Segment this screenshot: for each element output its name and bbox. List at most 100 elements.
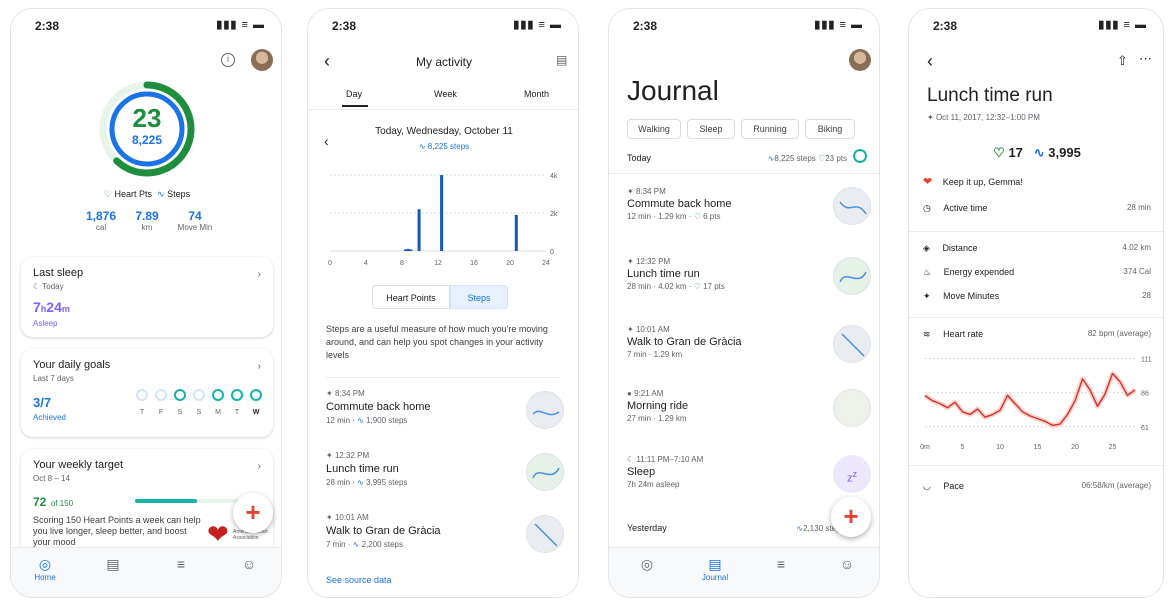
nav-profile[interactable]: ☺ xyxy=(827,556,867,572)
journal-entry[interactable]: ✦ 10:01 AM Walk to Gran de Gràcia 7 min … xyxy=(627,325,871,375)
more-icon[interactable]: ⋯ xyxy=(1139,51,1152,67)
entry-time-text: 9:21 AM xyxy=(634,389,664,398)
filter-chip-walking[interactable]: Walking xyxy=(627,119,681,139)
journal-entry[interactable]: ● 9:21 AM Morning ride 27 min · 1.29 km xyxy=(627,389,871,439)
activity-item[interactable]: ✦ 10:01 AM Walk to Gran de Gràcia 7 min … xyxy=(326,513,566,561)
sleep-status: Asleep xyxy=(33,319,58,328)
journal-entry[interactable]: ✦ 12:32 PM Lunch time run 28 min · 4.02 … xyxy=(627,257,871,307)
row-divider xyxy=(909,465,1163,466)
person-icon: ☺ xyxy=(839,556,855,572)
goal-day-label: F xyxy=(158,409,164,416)
item-time-text: 8:34 PM xyxy=(334,389,365,398)
item-meta-text: 28 min · xyxy=(326,478,358,487)
x-tick-label: 24 xyxy=(542,260,550,267)
signal-icon: ▮▮▮ ≡ ▬ xyxy=(1098,19,1147,31)
detail-screen: 2:38 ▮▮▮ ≡ ▬ ‹ ⇧ ⋯ Lunch time run ✦ Oct … xyxy=(908,8,1164,598)
status-time: 2:38 xyxy=(332,19,357,33)
goal-days: TFSSMTW xyxy=(133,389,269,429)
stat-km-unit: km xyxy=(141,223,153,232)
map-thumbnail xyxy=(526,515,564,553)
weekly-sub: Oct 8 – 14 xyxy=(33,474,70,483)
ring-steps: 8,225 xyxy=(131,133,163,147)
bottom-nav: ◎ ▤ Journal ≡ ☺ xyxy=(609,547,879,597)
add-button[interactable]: + xyxy=(233,493,273,533)
activity-item[interactable]: ✦ 12:32 PM Lunch time run 28 min · ∿ 3,9… xyxy=(326,451,566,499)
filter-chip-biking[interactable]: Biking xyxy=(805,119,855,139)
heart-icon: ♡ xyxy=(993,145,1005,160)
activity-item[interactable]: ✦ 8:34 PM Commute back home 12 min · ∿ 1… xyxy=(326,389,566,437)
sleep-hours: 7 xyxy=(33,299,41,315)
keep-text: Keep it up, Gemma! xyxy=(942,177,1023,187)
x-tick-label: 20 xyxy=(506,260,514,267)
journal-entry[interactable]: ☾ 11:11 PM–7:10 AM Sleep 7h 24m asleep z… xyxy=(627,455,871,505)
goal-ring-icon xyxy=(174,389,186,401)
filter-chip-sleep[interactable]: Sleep xyxy=(687,119,735,139)
x-tick-label: 15 xyxy=(1034,444,1042,451)
nav-home[interactable]: ◎ Home xyxy=(25,556,65,582)
toggle-heart-points[interactable]: Heart Points xyxy=(372,285,450,309)
see-source-link[interactable]: See source data xyxy=(326,575,392,585)
status-bar: 2:38 ▮▮▮ ≡ ▬ xyxy=(11,9,281,39)
avatar[interactable] xyxy=(849,49,871,71)
tab-month[interactable]: Month xyxy=(524,89,549,99)
y-tick-label: 4k xyxy=(550,173,558,180)
journal-entry[interactable]: ✦ 8:34 PM Commute back home 12 min · 1.2… xyxy=(627,187,871,237)
heart-rate-chart[interactable]: 111 86 61 0m 5 10 15 20 25 xyxy=(909,345,1164,461)
calendar-icon[interactable]: ▤ xyxy=(556,53,567,67)
journal-screen: 2:38 ▮▮▮ ≡ ▬ Journal Walking Sleep Runni… xyxy=(608,8,880,598)
avatar[interactable] xyxy=(251,49,273,71)
detail-date-text: Oct 11, 2017, 12:32–1:00 PM xyxy=(935,113,1040,122)
tab-week[interactable]: Week xyxy=(434,89,457,99)
nav-profile[interactable]: ☺ xyxy=(229,556,269,572)
entry-meta: 7 min · 1.29 km xyxy=(627,350,683,359)
steps-chart[interactable]: 4k 2k 0 0 4 8 12 16 20 24 xyxy=(308,157,579,277)
add-button[interactable]: + xyxy=(831,497,871,537)
steps-bar xyxy=(406,248,410,251)
ring-heart-pts: 23 xyxy=(132,103,162,133)
share-icon[interactable]: ⇧ xyxy=(1117,53,1128,69)
goal-day-label: T xyxy=(139,409,145,416)
filter-chip-running[interactable]: Running xyxy=(741,119,799,139)
stat-move: 74 Move Min xyxy=(171,209,219,232)
nav-journal[interactable]: ▤ xyxy=(93,556,133,573)
sleep-icon: ☾ xyxy=(627,455,635,464)
toggle-steps[interactable]: Steps xyxy=(450,285,508,309)
item-meta-text: 12 min · xyxy=(326,416,358,425)
info-icon[interactable]: i xyxy=(221,53,235,67)
x-tick-label: 5 xyxy=(961,444,965,451)
item-steps: 1,900 steps xyxy=(366,416,408,425)
goal-day-label: T xyxy=(234,409,240,416)
x-tick-label: 0m xyxy=(920,444,930,451)
list-icon: ≡ xyxy=(776,556,786,572)
sleep-duration: 7h24m xyxy=(33,299,70,317)
back-icon[interactable]: ‹ xyxy=(927,51,933,72)
steps-bar xyxy=(404,249,408,251)
steps-summary-text: 8,225 steps xyxy=(427,142,470,151)
tab-indicator xyxy=(342,105,368,107)
goal-day-label: S xyxy=(177,409,183,416)
goal-day: S xyxy=(190,389,208,416)
daily-goals-card[interactable]: › Your daily goals Last 7 days 3/7 Achie… xyxy=(21,349,273,437)
signal-icon: ▮▮▮ ≡ ▬ xyxy=(513,19,562,31)
steps-description: Steps are a useful measure of how much y… xyxy=(326,324,548,360)
nav-browse[interactable]: ≡ xyxy=(761,556,801,572)
nav-journal[interactable]: ▤ Journal xyxy=(695,556,735,582)
x-tick-label: 8 xyxy=(400,260,404,267)
steps-bar xyxy=(514,214,518,251)
signal-icon: ▮▮▮ ≡ ▬ xyxy=(814,19,863,31)
map-thumbnail xyxy=(833,187,871,225)
tab-day[interactable]: Day xyxy=(346,89,362,99)
home-icon: ◎ xyxy=(38,556,52,572)
today-steps: 8,225 steps xyxy=(774,154,816,163)
y-tick-label: 111 xyxy=(1141,356,1152,363)
nav-home[interactable]: ◎ xyxy=(627,556,667,573)
walk-icon: ✦ xyxy=(627,325,634,334)
nav-browse[interactable]: ≡ xyxy=(161,556,201,572)
goal-ring-icon xyxy=(155,389,167,401)
last-sleep-card[interactable]: › Last sleep ☾ Today 7h24m Asleep xyxy=(21,257,273,337)
steps-bar xyxy=(440,175,444,251)
yesterday-label: Yesterday xyxy=(627,523,667,533)
x-tick-label: 20 xyxy=(1071,444,1079,451)
item-steps: 3,995 steps xyxy=(366,478,408,487)
status-time: 2:38 xyxy=(933,19,958,33)
